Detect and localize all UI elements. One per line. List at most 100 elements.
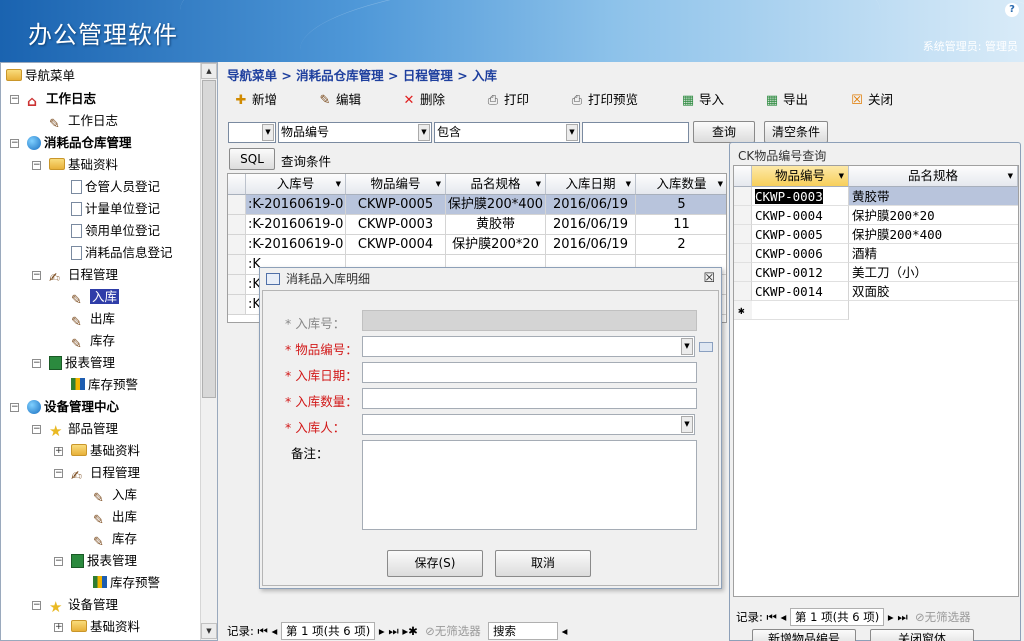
- lookup-cell-name[interactable]: 酒精: [849, 244, 1018, 263]
- field-select[interactable]: 物品编号 ▼: [278, 122, 432, 143]
- tree-item-consumables[interactable]: 消耗品仓库管理: [27, 133, 132, 153]
- tree-item-equipment[interactable]: ★ 设备管理: [49, 595, 118, 616]
- save-button[interactable]: 保存(S): [387, 550, 483, 577]
- next-record-icon[interactable]: ▸: [379, 624, 385, 638]
- tree-item-parts-in[interactable]: ✎ 入库: [93, 485, 137, 506]
- row-selector[interactable]: [228, 295, 246, 315]
- expand-icon[interactable]: +: [54, 623, 63, 632]
- collapse-icon[interactable]: −: [32, 425, 41, 434]
- lookup-cell-name[interactable]: 保护膜200*20: [849, 206, 1018, 225]
- sql-button[interactable]: SQL: [229, 148, 275, 170]
- tree-item-stock-in[interactable]: ✎ 入库: [71, 287, 120, 308]
- lookup-cell-code[interactable]: CKWP-0004: [752, 206, 849, 225]
- grid-cell[interactable]: 11: [636, 215, 726, 235]
- tree-item-dept[interactable]: 领用单位登记: [71, 221, 160, 241]
- tree-item-stock-alert[interactable]: 库存预警: [71, 375, 138, 395]
- collapse-icon[interactable]: −: [32, 271, 41, 280]
- tree-item-unit[interactable]: 计量单位登记: [71, 199, 160, 219]
- close-icon[interactable]: ☒: [703, 268, 715, 290]
- lookup-cell-code[interactable]: CKWP-0014: [752, 282, 849, 301]
- lookup-cell-code[interactable]: CKWP-0005: [752, 225, 849, 244]
- new-row-icon[interactable]: ✱: [734, 301, 752, 320]
- column-header[interactable]: 品名规格 ▼: [849, 166, 1018, 187]
- row-selector[interactable]: [228, 255, 246, 275]
- print-preview-button[interactable]: ⎙ 打印预览: [569, 90, 638, 110]
- logic-select[interactable]: ▼: [228, 122, 276, 143]
- column-header[interactable]: 入库日期 ▼: [546, 174, 636, 195]
- grid-cell[interactable]: CKWP-0003: [346, 215, 446, 235]
- tree-item-work-log-entry[interactable]: ✎ 工作日志: [49, 111, 118, 132]
- record-position[interactable]: 第 1 项(共 6 项): [789, 608, 885, 626]
- grid-corner[interactable]: [228, 174, 246, 195]
- new-row-cell[interactable]: [752, 301, 849, 320]
- row-selector[interactable]: [734, 244, 752, 263]
- grid-cell[interactable]: CKWP-0004: [346, 235, 446, 255]
- scroll-up-icon[interactable]: ▲: [201, 63, 217, 79]
- collapse-icon[interactable]: −: [10, 403, 19, 412]
- print-button[interactable]: ⎙ 打印: [485, 90, 529, 110]
- last-record-icon[interactable]: ⏭: [897, 610, 907, 624]
- collapse-icon[interactable]: −: [54, 557, 63, 566]
- import-button[interactable]: ▦ 导入: [680, 90, 724, 110]
- column-header[interactable]: 物品编号 ▼: [346, 174, 446, 195]
- lookup-cell-code[interactable]: CKWP-0012: [752, 263, 849, 282]
- row-selector[interactable]: [228, 215, 246, 235]
- grid-cell[interactable]: 保护膜200*400: [446, 195, 546, 215]
- cancel-button[interactable]: 取消: [495, 550, 591, 577]
- prev-record-icon[interactable]: ◂: [781, 610, 787, 624]
- chevron-down-icon[interactable]: ▼: [681, 416, 693, 433]
- row-selector[interactable]: [228, 195, 246, 215]
- grid-cell[interactable]: 黄胶带: [446, 215, 546, 235]
- tree-item-parts-basic[interactable]: 基础资料: [71, 441, 140, 461]
- lookup-cell-code[interactable]: CKWP-0006: [752, 244, 849, 263]
- edit-button[interactable]: ✎ 编辑: [317, 90, 361, 110]
- person-select[interactable]: ▼: [362, 414, 695, 435]
- grid-cell[interactable]: CKWP-0005: [346, 195, 446, 215]
- grid-cell[interactable]: :K-20160619-0: [246, 215, 346, 235]
- collapse-icon[interactable]: −: [32, 359, 41, 368]
- new-record-icon[interactable]: ▸✱: [402, 624, 417, 638]
- clear-conditions-button[interactable]: 清空条件: [764, 121, 828, 143]
- tree-item-parts-out[interactable]: ✎ 出库: [93, 507, 137, 528]
- row-selector[interactable]: [734, 263, 752, 282]
- tree-item-consumable-info[interactable]: 消耗品信息登记: [71, 243, 173, 263]
- filter-value-input[interactable]: [582, 122, 689, 143]
- date-field[interactable]: [362, 362, 697, 383]
- tree-root[interactable]: 导航菜单: [6, 66, 75, 86]
- first-record-icon[interactable]: ⏮: [767, 610, 777, 624]
- close-button[interactable]: ☒ 关闭: [849, 90, 893, 110]
- collapse-icon[interactable]: −: [10, 139, 19, 148]
- collapse-icon[interactable]: −: [54, 469, 63, 478]
- collapse-icon[interactable]: −: [10, 95, 19, 104]
- chevron-down-icon[interactable]: ▼: [418, 124, 430, 141]
- record-position[interactable]: 第 1 项(共 6 项): [280, 622, 376, 640]
- row-selector[interactable]: [734, 187, 752, 206]
- tree-item-parts-stock[interactable]: ✎ 库存: [93, 529, 137, 550]
- scroll-thumb[interactable]: [202, 80, 216, 398]
- tree-item-schedule[interactable]: ✍ 日程管理: [49, 265, 118, 286]
- tree-item-stock-out[interactable]: ✎ 出库: [71, 309, 115, 330]
- tree-item-parts-alert[interactable]: 库存预警: [93, 573, 160, 593]
- column-header[interactable]: 物品编号 ▼: [752, 166, 849, 187]
- column-header[interactable]: 入库数量 ▼: [636, 174, 726, 195]
- row-selector[interactable]: [228, 235, 246, 255]
- filter-status[interactable]: 无筛选器: [435, 624, 481, 638]
- row-selector[interactable]: [734, 282, 752, 301]
- tree-item-equipment-center[interactable]: 设备管理中心: [27, 397, 119, 417]
- expand-icon[interactable]: +: [54, 447, 63, 456]
- grid-cell[interactable]: 2016/06/19: [546, 235, 636, 255]
- row-selector[interactable]: [228, 275, 246, 295]
- lookup-cell-name[interactable]: 双面胶: [849, 282, 1018, 301]
- delete-button[interactable]: ✕ 删除: [401, 90, 445, 110]
- row-selector[interactable]: [734, 206, 752, 225]
- column-header[interactable]: 入库号 ▼: [246, 174, 346, 195]
- search-input[interactable]: 搜索: [488, 622, 559, 640]
- tree-item-parts[interactable]: ★ 部品管理: [49, 419, 118, 440]
- help-icon[interactable]: ?: [1005, 3, 1019, 17]
- first-record-icon[interactable]: ⏮: [258, 624, 268, 638]
- tree-item-parts-schedule[interactable]: ✍ 日程管理: [71, 463, 140, 484]
- tree-item-reports[interactable]: 报表管理: [49, 353, 115, 373]
- grid-cell[interactable]: 5: [636, 195, 726, 215]
- grid-cell[interactable]: 2016/06/19: [546, 215, 636, 235]
- tree-item-keeper[interactable]: 仓管人员登记: [71, 177, 160, 197]
